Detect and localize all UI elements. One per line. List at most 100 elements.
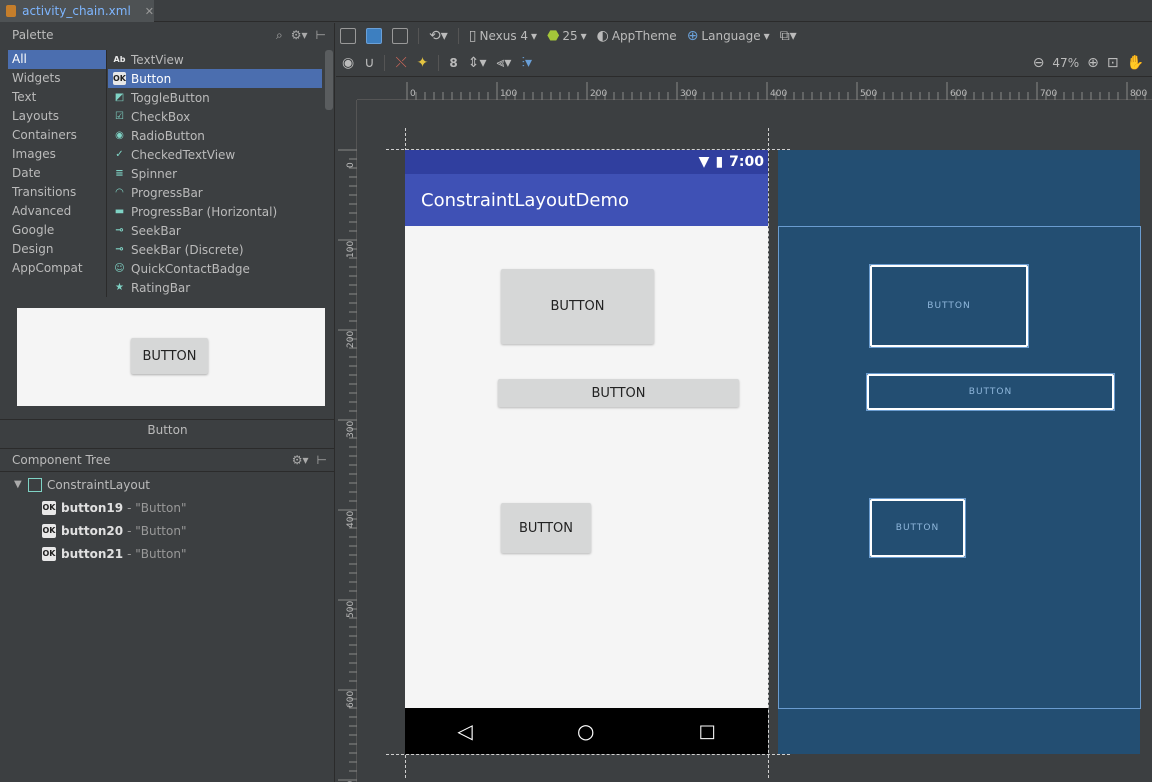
device-selector[interactable]: ▯ Nexus 4 ▾ [469,28,537,44]
button21[interactable]: BUTTON [501,503,591,553]
pan-hand-icon[interactable]: ✋ [1127,55,1144,71]
palette-category-containers[interactable]: Containers [8,126,106,145]
home-icon[interactable]: ○ [577,719,594,743]
pack-icon[interactable]: ⇕▾ [468,55,487,71]
tree-node[interactable]: OK button21- "Button" [14,542,334,565]
gear-icon[interactable]: ⚙▾ [291,28,308,42]
design-view-icon[interactable] [340,28,356,44]
ruler-tick-label: 700 [1040,89,1058,99]
app-title: ConstraintLayoutDemo [421,189,629,211]
ruler-tick-label: 200 [346,330,356,348]
theme-icon: ◐ [596,28,609,44]
palette-item[interactable]: ≡ Spinner [108,164,322,183]
palette-category-all[interactable]: All [8,50,106,69]
palette-category-layouts[interactable]: Layouts [8,107,106,126]
back-icon[interactable]: ◁ [457,719,472,743]
blueprint-button20[interactable]: BUTTON [866,373,1115,411]
align-icon[interactable]: ⫷▾ [497,55,512,71]
palette-category-google[interactable]: Google [8,221,106,240]
component-tree: ▼ ConstraintLayout OK button19- "Button" O… [14,473,334,565]
palette-category-text[interactable]: Text [8,88,106,107]
palette-item[interactable]: ▬ ProgressBar (Horizontal) [108,202,322,221]
close-tab-icon[interactable]: ✕ [145,5,154,18]
palette-item[interactable]: ⊸ SeekBar [108,221,322,240]
palette-item[interactable]: ⊸ SeekBar (Discrete) [108,240,322,259]
palette-category-advanced[interactable]: Advanced [8,202,106,221]
tree-root[interactable]: ▼ ConstraintLayout [14,473,334,496]
api-selector[interactable]: ⬣ 25 ▾ [547,28,587,44]
button20[interactable]: BUTTON [498,379,739,407]
palette-item[interactable]: ◩ ToggleButton [108,88,322,107]
ruler-tick-label: 600 [346,690,356,708]
autoconnect-magnet-icon[interactable]: ∪ [364,55,374,71]
infer-constraints-icon[interactable]: ✦ [417,55,429,71]
tree-node[interactable]: OK button19- "Button" [14,496,334,519]
constraint-toolbar: ◉ ∪ ⤬ ✦ 8 ⇕▾ ⫷▾ ⫶▾ ⊖ 47% ⊕ ⊡ ✋ [336,49,1152,77]
tree-node-id: button20 [61,523,124,538]
palette-item-label: ProgressBar (Horizontal) [131,204,278,219]
blueprint-button19[interactable]: BUTTON [869,264,1029,348]
expand-arrow-icon[interactable]: ▼ [14,479,28,490]
palette-item-label: RadioButton [131,128,205,143]
ruler-tick-label: 300 [680,89,698,99]
tree-node-text: - "Button" [127,500,187,515]
button19[interactable]: BUTTON [501,269,654,344]
language-selector[interactable]: ⊕ Language ▾ [687,28,770,44]
palette-category-transitions[interactable]: Transitions [8,183,106,202]
palette-item[interactable]: ◉ RadioButton [108,126,322,145]
palette-title: Palette [12,28,54,42]
device-screen[interactable]: ▼ ▮ 7:00 ConstraintLayoutDemo BUTTON BUT… [405,150,768,754]
search-icon[interactable]: ⌕ [276,28,283,43]
orientation-icon[interactable]: ⟲▾ [429,28,448,44]
seekbar-discrete-icon: ⊸ [115,244,124,255]
default-margin[interactable]: 8 [449,56,457,70]
palette-category-design[interactable]: Design [8,240,106,259]
palette-item[interactable]: ✓ CheckedTextView [108,145,322,164]
recents-icon[interactable]: □ [699,721,716,742]
phone-icon: ▯ [468,28,477,44]
device-label: Nexus 4 [479,29,529,43]
palette-scrollbar[interactable] [324,50,334,297]
tree-node-text: - "Button" [127,546,187,561]
zoom-level: 47% [1052,55,1080,70]
file-tab[interactable]: activity_chain.xml ✕ [0,0,154,22]
app-bar: ConstraintLayoutDemo [405,174,768,226]
palette-item[interactable]: Ab TextView [108,50,322,69]
palette-item[interactable]: OK Button [108,69,322,88]
blueprint-button21[interactable]: BUTTON [869,498,966,558]
palette-item[interactable]: ◠ ProgressBar [108,183,322,202]
progressbar-icon: ◠ [115,187,124,198]
palette-item[interactable]: ☺ QuickContactBadge [108,259,322,278]
palette-item-label: Button [131,71,172,86]
zoom-to-fit-icon[interactable]: ⊡ [1107,55,1119,71]
battery-icon: ▮ [715,154,724,170]
guidelines-icon[interactable]: ⫶▾ [521,55,532,71]
layout-variants-selector[interactable]: ⧉▾ [780,28,797,44]
zoom-out-icon[interactable]: ⊖ [1033,55,1045,71]
hide-panel-icon[interactable]: ⊢ [316,28,326,42]
tree-node[interactable]: OK button20- "Button" [14,519,334,542]
blueprint-surface[interactable]: BUTTON BUTTON BUTTON [778,150,1141,754]
progressbar-horizontal-icon: ▬ [114,206,125,217]
show-constraints-icon[interactable]: ◉ [342,55,354,71]
palette-category-images[interactable]: Images [8,145,106,164]
wifi-icon: ▼ [698,154,710,170]
layout-variants-icon: ⧉▾ [779,28,797,44]
vertical-ruler: 0100200300400500600700 [336,100,357,782]
palette-category-date[interactable]: Date [8,164,106,183]
ruler-tick-label: 400 [770,89,788,99]
both-views-icon[interactable] [392,28,408,44]
theme-selector[interactable]: ◐ AppTheme [597,28,677,44]
clear-constraints-icon[interactable]: ⤬ [395,55,406,71]
palette-item[interactable]: ☑ CheckBox [108,107,322,126]
palette-item[interactable]: ★ RatingBar [108,278,322,297]
spinner-icon: ≡ [115,168,124,179]
palette-category-appcompat[interactable]: AppCompat [8,259,106,278]
palette-category-widgets[interactable]: Widgets [8,69,106,88]
zoom-in-icon[interactable]: ⊕ [1087,55,1099,71]
gear-icon[interactable]: ⚙▾ [292,453,309,467]
ruler-tick-label: 400 [346,510,356,528]
hide-panel-icon[interactable]: ⊢ [317,453,327,467]
left-panel: Palette ⌕ ⚙▾ ⊢ All Widgets Text Layouts Cont… [0,23,335,782]
blueprint-view-icon[interactable] [366,28,382,44]
